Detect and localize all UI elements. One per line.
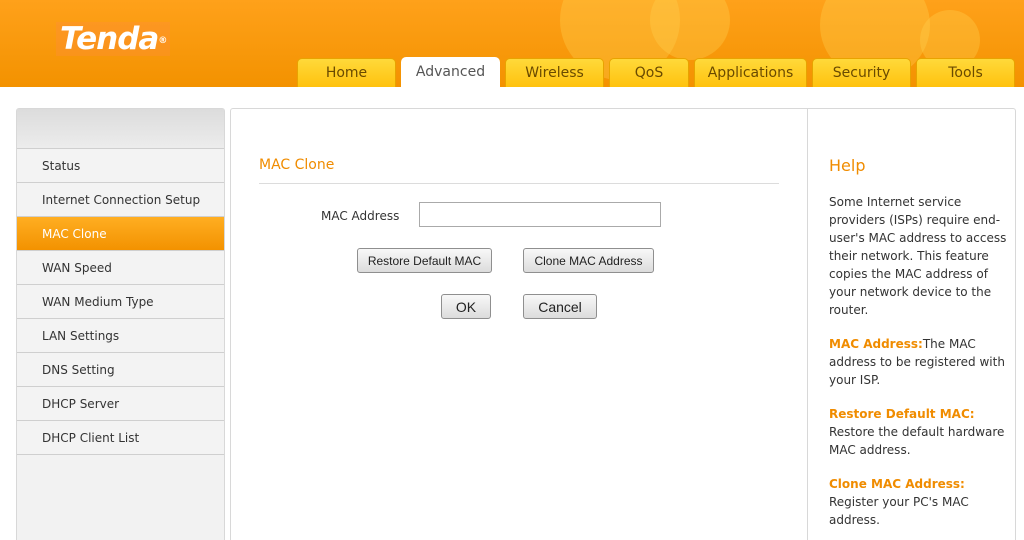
sidebar-item-label: Status — [42, 159, 81, 173]
tab-home[interactable]: Home — [297, 58, 396, 87]
sidebar-item-dns-setting[interactable]: DNS Setting — [17, 353, 224, 387]
tenda-logo: Tenda® — [56, 21, 171, 57]
clone-mac-address-button[interactable]: Clone MAC Address — [523, 248, 654, 273]
help-divider — [807, 109, 808, 540]
page-title: MAC Clone — [259, 157, 335, 173]
sidebar-item-label: DNS Setting — [42, 363, 115, 377]
sidebar-item-label: DHCP Server — [42, 397, 120, 411]
tab-label: Applications — [707, 65, 794, 81]
sidebar-item-internet-connection-setup[interactable]: Internet Connection Setup — [17, 183, 224, 217]
tab-wireless[interactable]: Wireless — [505, 58, 604, 87]
content-panel: MAC Clone MAC Address Restore Default MA… — [230, 108, 1016, 540]
help-text: Restore the default hardware MAC address… — [829, 425, 1005, 457]
cancel-button[interactable]: Cancel — [523, 294, 597, 319]
help-entry: Clone MAC Address: Register your PC's MAC… — [829, 475, 1009, 529]
sidebar-header — [17, 109, 224, 149]
sidebar-item-label: DHCP Client List — [42, 431, 140, 445]
sidebar-item-status[interactable]: Status — [17, 149, 224, 183]
tab-label: Wireless — [525, 65, 584, 81]
sidebar-item-label: Internet Connection Setup — [42, 193, 201, 207]
help-entry: MAC Address:The MAC address to be regist… — [829, 335, 1009, 389]
tab-label: QoS — [634, 65, 664, 81]
logo-registered-mark: ® — [158, 36, 167, 46]
logo-text: Tenda — [60, 21, 159, 57]
tab-label: Tools — [948, 65, 983, 81]
sidebar-item-dhcp-server[interactable]: DHCP Server — [17, 387, 224, 421]
help-term: MAC Address: — [829, 337, 923, 351]
sidebar-menu: Status Internet Connection Setup MAC Clo… — [16, 108, 225, 540]
sidebar-item-dhcp-client-list[interactable]: DHCP Client List — [17, 421, 224, 455]
tab-label: Advanced — [415, 64, 486, 80]
tab-applications[interactable]: Applications — [694, 58, 807, 87]
tab-qos[interactable]: QoS — [609, 58, 689, 87]
help-panel: Help Some Internet service providers (IS… — [829, 157, 1009, 540]
help-entry: Restore Default MAC: Restore the default … — [829, 405, 1009, 459]
header-banner: Tenda® Home Advanced Wireless QoS Applic… — [0, 0, 1024, 87]
help-text: Register your PC's MAC address. — [829, 495, 969, 527]
tab-advanced[interactable]: Advanced — [401, 57, 500, 87]
tab-security[interactable]: Security — [812, 58, 911, 87]
tab-label: Home — [325, 65, 368, 81]
tab-tools[interactable]: Tools — [916, 58, 1015, 87]
mac-address-input[interactable] — [419, 202, 661, 227]
sidebar-item-wan-speed[interactable]: WAN Speed — [17, 251, 224, 285]
sidebar-item-label: WAN Medium Type — [42, 295, 154, 309]
sidebar-item-label: WAN Speed — [42, 261, 112, 275]
sidebar-item-lan-settings[interactable]: LAN Settings — [17, 319, 224, 353]
ok-button[interactable]: OK — [441, 294, 491, 319]
tab-label: Security — [832, 65, 891, 81]
mac-address-label: MAC Address — [321, 209, 400, 223]
sidebar-item-label: LAN Settings — [42, 329, 120, 343]
sidebar-item-wan-medium-type[interactable]: WAN Medium Type — [17, 285, 224, 319]
help-term: Clone MAC Address: — [829, 477, 965, 491]
help-intro: Some Internet service providers (ISPs) r… — [829, 195, 1007, 317]
title-divider — [259, 183, 779, 184]
sidebar-item-mac-clone[interactable]: MAC Clone — [17, 217, 224, 251]
top-nav-tabs: Home Advanced Wireless QoS Applications … — [0, 57, 1024, 87]
sidebar-item-label: MAC Clone — [42, 227, 107, 241]
help-title: Help — [829, 156, 866, 175]
help-term: Restore Default MAC: — [829, 407, 975, 421]
restore-default-mac-button[interactable]: Restore Default MAC — [357, 248, 492, 273]
